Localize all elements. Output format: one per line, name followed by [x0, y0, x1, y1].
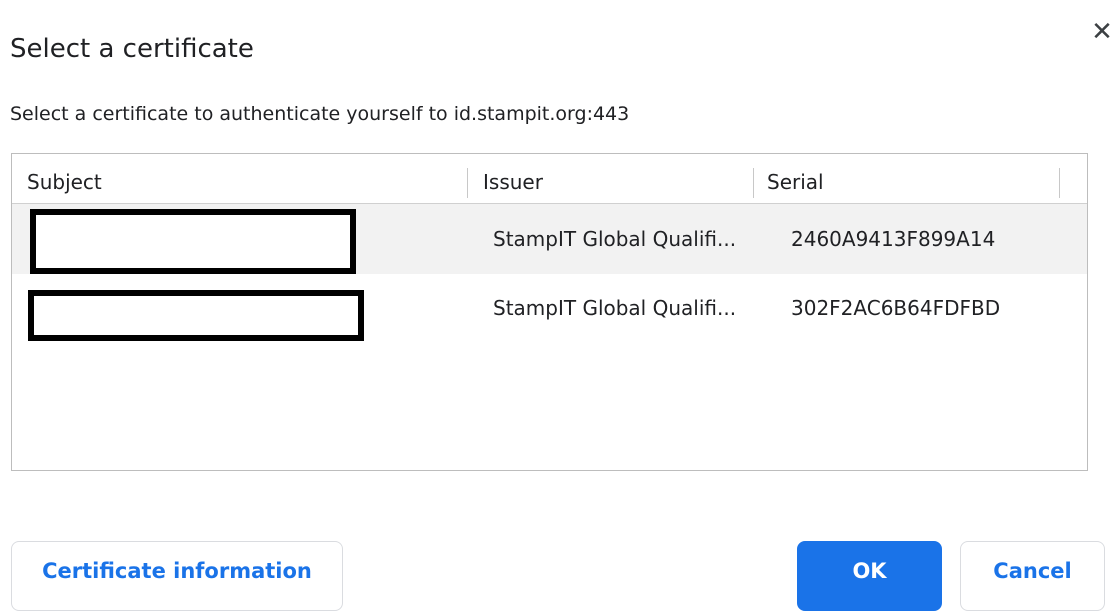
serial-cell: 2460A9413F899A14 [791, 227, 996, 251]
close-icon[interactable]: ✕ [1088, 18, 1116, 46]
dialog-subtitle: Select a certificate to authenticate you… [10, 103, 630, 125]
column-divider[interactable] [467, 168, 468, 198]
issuer-cell: StampIT Global Qualifi... [493, 227, 737, 251]
column-divider[interactable] [1059, 168, 1060, 198]
column-header-serial[interactable]: Serial [767, 154, 824, 203]
redacted-subject [30, 209, 356, 274]
serial-cell: 302F2AC6B64FDFBD [791, 296, 1001, 320]
column-divider[interactable] [753, 168, 754, 198]
ok-button[interactable]: OK [797, 541, 942, 611]
column-header-subject[interactable]: Subject [27, 154, 102, 203]
certificate-table: Subject Issuer Serial StampIT Global Qua… [11, 153, 1088, 471]
table-header: Subject Issuer Serial [12, 154, 1087, 204]
redacted-subject [28, 290, 364, 341]
dialog-title: Select a certificate [10, 34, 254, 64]
certificate-information-button[interactable]: Certificate information [11, 541, 343, 611]
cancel-button[interactable]: Cancel [960, 541, 1105, 611]
table-row[interactable]: StampIT Global Qualifi... 2460A9413F899A… [12, 204, 1087, 274]
column-header-issuer[interactable]: Issuer [483, 154, 543, 203]
table-row[interactable]: StampIT Global Qualifi... 302F2AC6B64FDF… [12, 274, 1087, 344]
issuer-cell: StampIT Global Qualifi... [493, 296, 737, 320]
